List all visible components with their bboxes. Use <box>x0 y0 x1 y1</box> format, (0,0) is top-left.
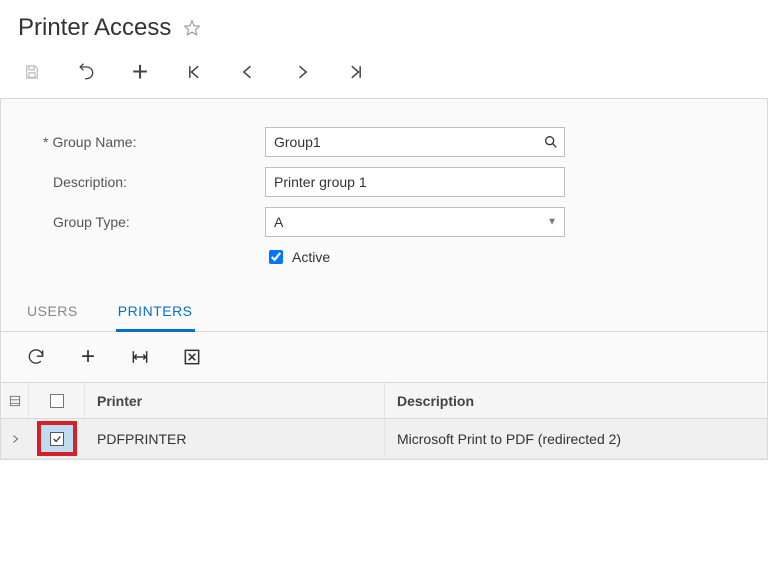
add-button[interactable]: + <box>128 60 152 84</box>
grid-header: Printer Description <box>1 383 767 419</box>
cell-description: Microsoft Print to PDF (redirected 2) <box>385 419 767 458</box>
cell-printer: PDFPRINTER <box>85 419 385 458</box>
group-name-input[interactable] <box>265 127 565 157</box>
active-label: Active <box>292 249 330 265</box>
group-name-label: *Group Name: <box>25 134 265 150</box>
tab-printers[interactable]: PRINTERS <box>116 303 195 332</box>
column-header-printer[interactable]: Printer <box>85 383 385 418</box>
printers-grid: Printer Description PDFPRINTER Microsoft… <box>1 382 767 459</box>
tab-users[interactable]: USERS <box>25 303 80 332</box>
page-title: Printer Access <box>18 14 171 42</box>
add-row-button[interactable]: + <box>77 346 99 368</box>
next-record-button[interactable] <box>290 60 314 84</box>
active-checkbox[interactable] <box>269 250 283 264</box>
row-checkbox[interactable] <box>50 432 64 446</box>
undo-button[interactable] <box>74 60 98 84</box>
row-highlight <box>37 421 77 456</box>
row-settings-icon[interactable] <box>1 383 29 418</box>
last-record-button[interactable] <box>344 60 368 84</box>
description-label: Description: <box>25 174 265 190</box>
table-row[interactable]: PDFPRINTER Microsoft Print to PDF (redir… <box>1 419 767 459</box>
export-excel-button[interactable] <box>181 346 203 368</box>
save-button <box>20 60 44 84</box>
favorite-star-icon[interactable] <box>183 19 201 37</box>
form-panel: *Group Name: Description: <box>0 98 768 460</box>
grid-toolbar: + <box>1 332 767 382</box>
column-header-description[interactable]: Description <box>385 383 767 418</box>
tabs: USERS PRINTERS <box>1 285 767 332</box>
required-marker: * <box>43 134 48 150</box>
refresh-button[interactable] <box>25 346 47 368</box>
group-type-select[interactable] <box>265 207 565 237</box>
select-all-checkbox[interactable] <box>29 383 85 418</box>
column-width-button[interactable] <box>129 346 151 368</box>
previous-record-button[interactable] <box>236 60 260 84</box>
expand-row-icon[interactable] <box>1 419 29 458</box>
description-input[interactable] <box>265 167 565 197</box>
group-type-label: Group Type: <box>25 214 265 230</box>
main-toolbar: + <box>0 50 768 98</box>
first-record-button[interactable] <box>182 60 206 84</box>
